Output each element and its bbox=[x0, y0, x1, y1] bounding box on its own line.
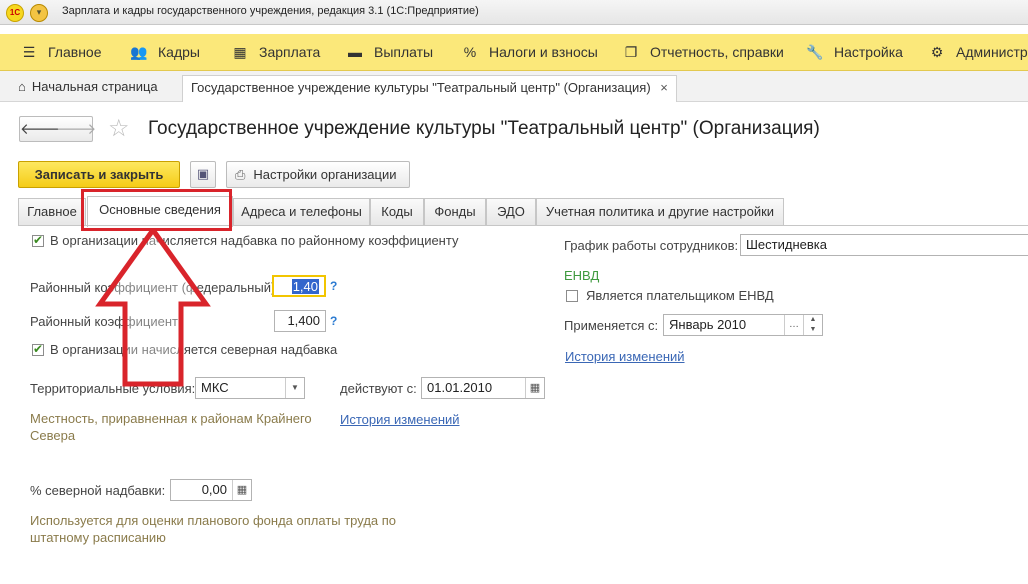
valid-from-date[interactable]: 01.01.2010 ▦ bbox=[421, 377, 545, 399]
district-input[interactable]: 1,400 bbox=[274, 310, 326, 332]
district-coef-checkbox[interactable] bbox=[32, 233, 44, 247]
tab-organization[interactable]: Государственное учреждение культуры "Теа… bbox=[182, 75, 677, 102]
1c-logo-icon: 1C bbox=[6, 4, 24, 22]
help-icon[interactable]: ? bbox=[330, 279, 337, 293]
spin-icon[interactable]: ▲ ▼ bbox=[803, 315, 822, 335]
people-icon: 👥 bbox=[130, 44, 148, 60]
money-icon: ▬ bbox=[348, 44, 362, 60]
tab-codes[interactable]: Коды bbox=[370, 198, 424, 226]
section-taxes[interactable]: % Налоги и взносы bbox=[461, 34, 598, 70]
tab-addresses[interactable]: Адреса и телефоны bbox=[233, 198, 370, 226]
help-icon[interactable]: ? bbox=[330, 314, 337, 328]
gear-icon: ⚙ bbox=[930, 44, 944, 60]
open-windows-bar: ⌂ Начальная страница Государственное учре… bbox=[0, 71, 1028, 102]
home-icon: ⌂ bbox=[18, 79, 26, 94]
favorite-star-icon[interactable]: ☆ bbox=[108, 114, 130, 143]
tab-main[interactable]: Главное bbox=[18, 198, 86, 226]
tab-accounting-policy[interactable]: Учетная политика и другие настройки bbox=[536, 198, 784, 226]
forward-arrow-icon[interactable]: 🡒 bbox=[56, 119, 96, 138]
section-payments[interactable]: ▬ Выплаты bbox=[346, 34, 433, 70]
applied-input[interactable]: Январь 2010 … ▲ ▼ bbox=[663, 314, 823, 336]
chevron-down-icon[interactable]: ▼ bbox=[285, 378, 304, 398]
valid-from-label: действуют с: bbox=[340, 381, 417, 396]
envd-header: ЕНВД bbox=[564, 268, 600, 283]
section-hr[interactable]: 👥 Кадры bbox=[130, 34, 200, 70]
envd-check-label: Является плательщиком ЕНВД bbox=[586, 288, 774, 303]
schedule-label: График работы сотрудников: bbox=[564, 238, 739, 253]
section-main[interactable]: ☰ Главное bbox=[20, 34, 102, 70]
printer-icon: ⎙ bbox=[235, 167, 246, 182]
percent-icon: % bbox=[463, 44, 477, 60]
schedule-input[interactable]: Шестидневка bbox=[740, 234, 1028, 256]
main-menu-icon[interactable]: ▾ bbox=[30, 4, 48, 22]
calculator-icon[interactable]: ▦ bbox=[232, 480, 251, 500]
section-admin[interactable]: ⚙ Администри bbox=[928, 34, 1028, 70]
window-title: Зарплата и кадры государственного учрежд… bbox=[62, 5, 479, 17]
window-title-bar: 1C ▾ Зарплата и кадры государственного у… bbox=[0, 0, 1028, 25]
district-fed-input[interactable]: 1,40 bbox=[272, 275, 326, 297]
close-icon[interactable]: × bbox=[660, 80, 668, 95]
north-hint: Используется для оценки планового фонда … bbox=[30, 513, 397, 545]
tab-edo[interactable]: ЭДО bbox=[486, 198, 536, 226]
form-title: Государственное учреждение культуры "Теа… bbox=[148, 118, 820, 139]
org-settings-button[interactable]: ⎙ Настройки организации bbox=[226, 161, 410, 188]
section-settings[interactable]: 🔧 Настройка bbox=[806, 34, 903, 70]
reports-icon: ❐ bbox=[624, 44, 638, 60]
section-reports[interactable]: ❐ Отчетность, справки bbox=[622, 34, 784, 70]
section-salary[interactable]: ▦ Зарплата bbox=[231, 34, 320, 70]
north-pct-input[interactable]: 0,00 ▦ bbox=[170, 479, 252, 501]
history-link-right[interactable]: История изменений bbox=[565, 349, 685, 364]
ellipsis-icon[interactable]: … bbox=[784, 315, 803, 335]
north-pct-label: % северной надбавки: bbox=[30, 483, 166, 498]
save-icon[interactable]: ▣ bbox=[190, 161, 216, 188]
save-and-close-button[interactable]: Записать и закрыть bbox=[18, 161, 180, 188]
hamburger-icon: ☰ bbox=[22, 44, 36, 60]
territory-hint: Местность, приравненная к районам Крайне… bbox=[30, 411, 312, 443]
back-arrow-icon[interactable]: 🡐 bbox=[20, 119, 60, 138]
north-checkbox[interactable] bbox=[32, 342, 44, 356]
wrench-icon: 🔧 bbox=[806, 44, 824, 60]
tab-home-page[interactable]: ⌂ Начальная страница bbox=[18, 75, 158, 101]
envd-checkbox[interactable] bbox=[566, 290, 578, 302]
applied-label: Применяется с: bbox=[564, 318, 659, 333]
sections-panel: ☰ Главное 👥 Кадры ▦ Зарплата ▬ Выплаты % Нало… bbox=[0, 34, 1028, 71]
pointer-arrow-icon bbox=[95, 228, 211, 387]
history-link-left[interactable]: История изменений bbox=[340, 412, 460, 427]
tab-funds[interactable]: Фонды bbox=[424, 198, 486, 226]
calendar-icon[interactable]: ▦ bbox=[525, 378, 544, 398]
highlight-frame bbox=[81, 189, 232, 231]
calculator-icon: ▦ bbox=[233, 44, 247, 60]
nav-buttons: 🡐 🡒 bbox=[19, 116, 96, 142]
